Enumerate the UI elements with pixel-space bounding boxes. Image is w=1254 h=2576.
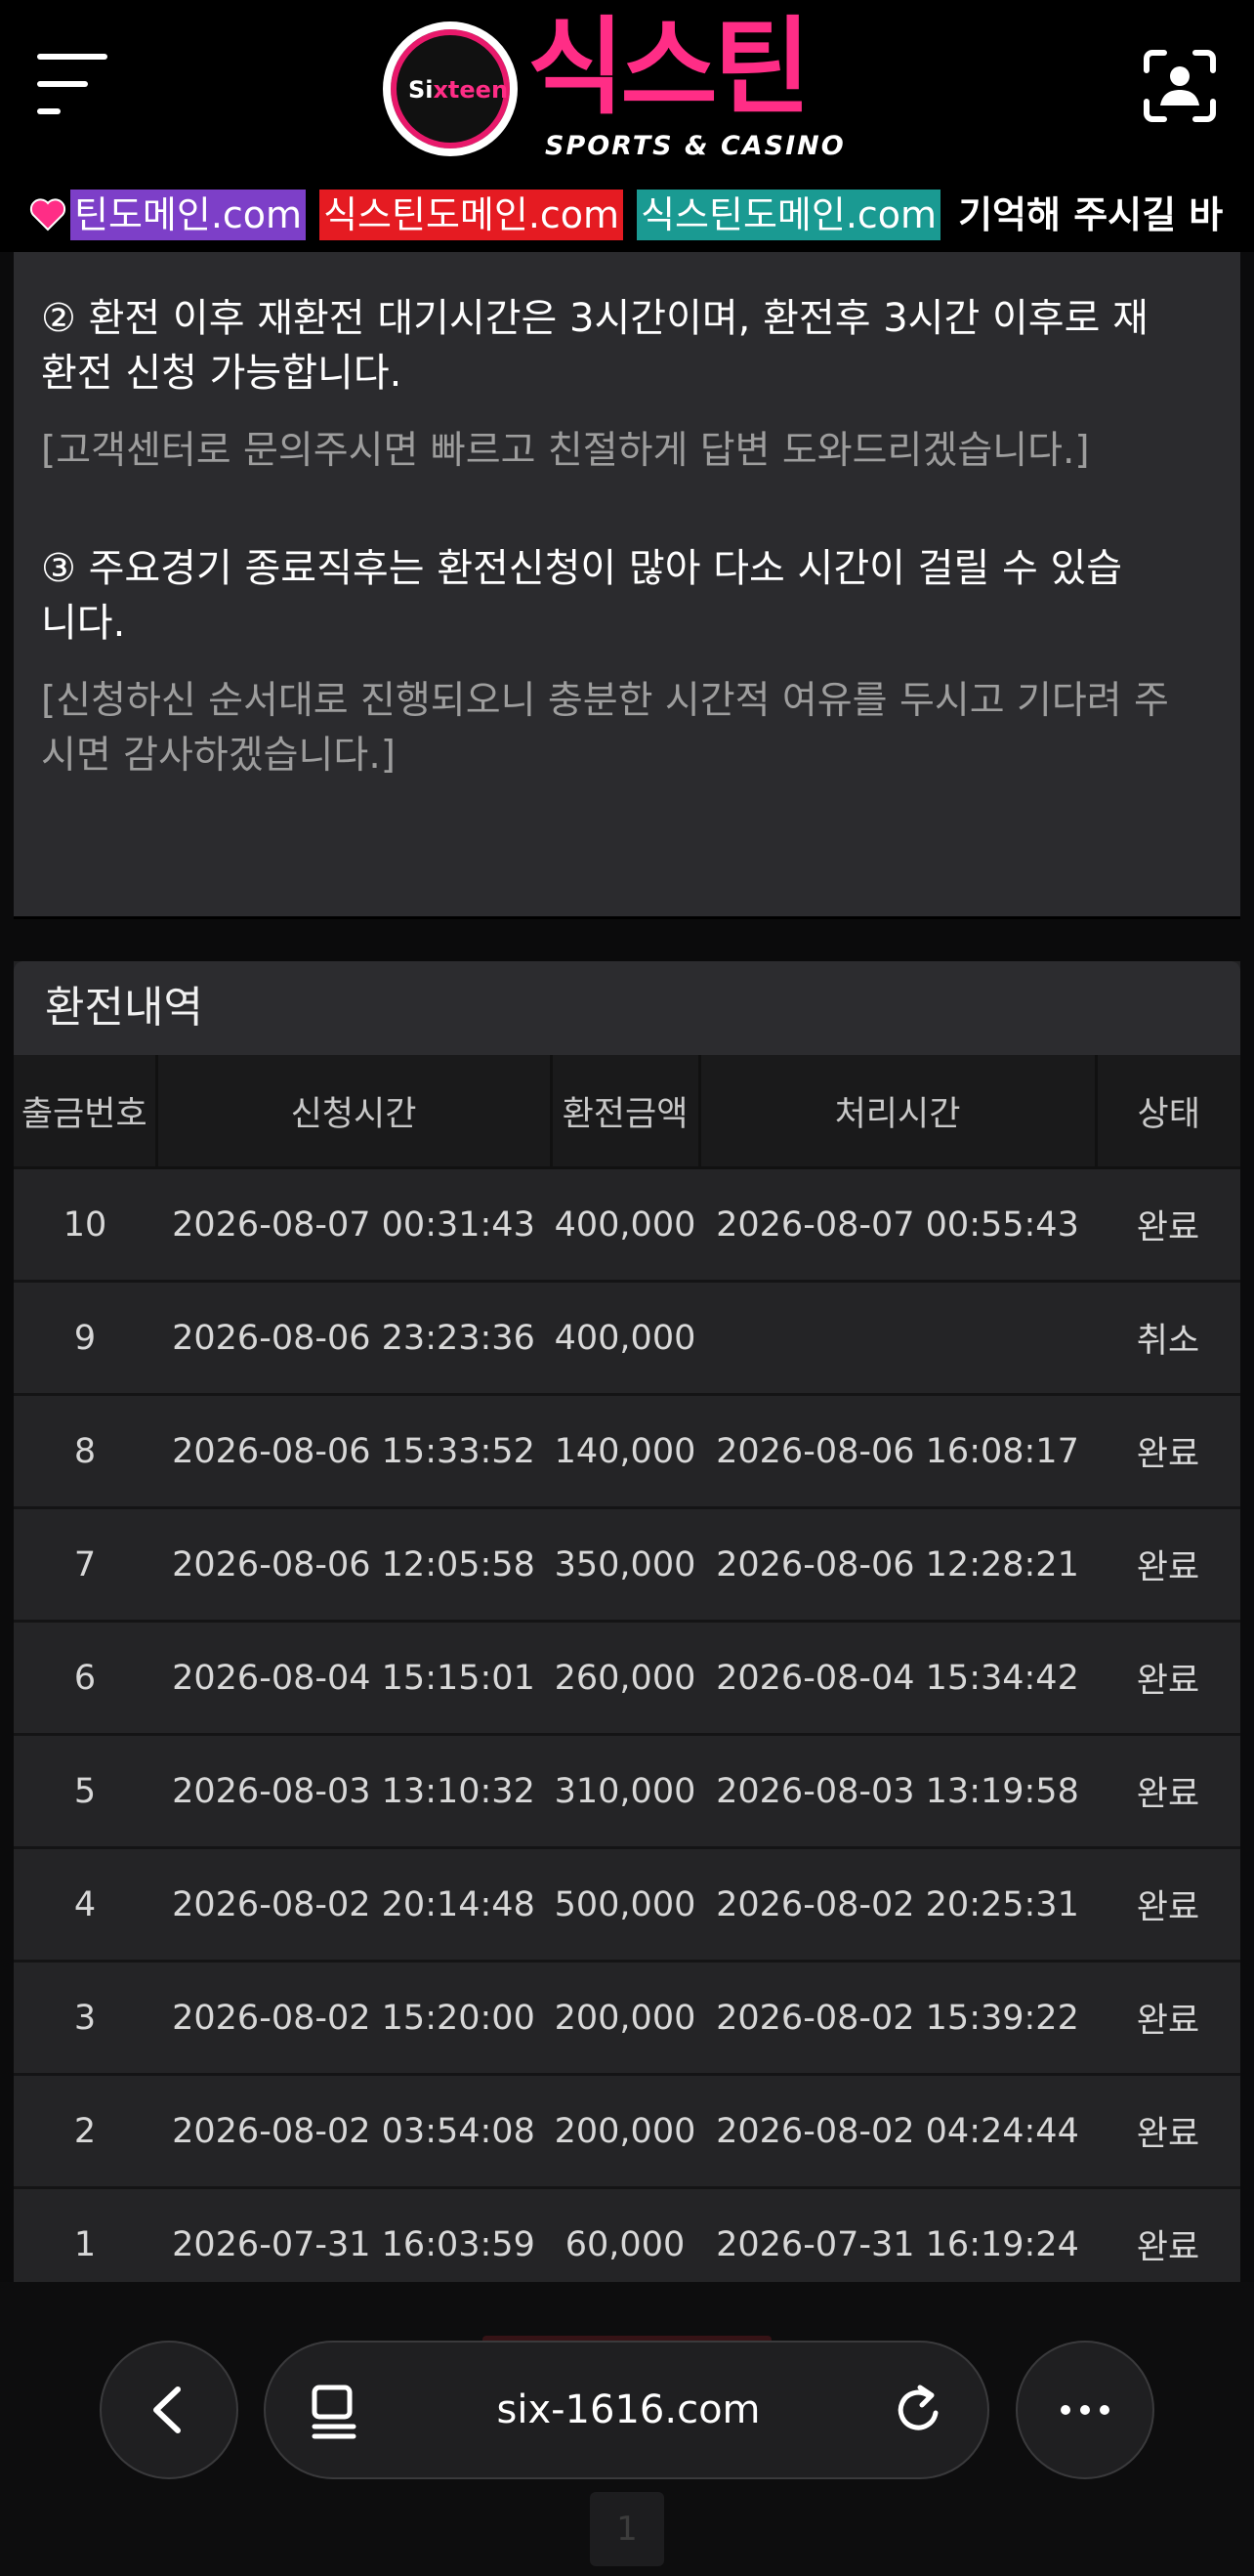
person-scan-icon[interactable] [1143,49,1217,123]
back-button[interactable] [100,2341,238,2479]
exchange-history-title: 환전내역 [14,961,1240,1055]
notice-item-3-title: ③ 주요경기 종료직후는 환전신청이 많아 다소 시간이 걸릴 수 있습 니다. [41,546,1123,646]
cell-amount: 500,000 [551,1847,699,1963]
cell-amount: 140,000 [551,1394,699,1509]
cell-process-time: 2026-08-04 15:34:42 [699,1621,1096,1736]
site-logo[interactable]: Sixteen 식스틴 SPORTS & CASINO [383,16,871,163]
cell-amount: 200,000 [551,1961,699,2076]
cell-process-time: 2026-08-02 15:39:22 [699,1961,1096,2076]
cell-process-time: 2026-08-02 20:25:31 [699,1847,1096,1963]
browser-bottom-bar: 1 six-1616.com [0,2282,1254,2576]
table-row: 10 2026-08-07 00:31:43 400,000 2026-08-07 0… [14,1167,1240,1283]
cell-status: 완료 [1096,1621,1240,1736]
logo-badge-text: Sixteen [407,76,509,104]
table-row: 7 2026-08-06 12:05:58 350,000 2026-08-06 12… [14,1507,1240,1623]
marquee-domain-3[interactable]: 식스틴도메인.com [637,190,941,240]
cell-process-time: 2026-08-06 12:28:21 [699,1507,1096,1623]
cell-status: 완료 [1096,1961,1240,2076]
cell-request-time: 2026-08-03 13:10:32 [156,1734,551,1849]
cell-request-time: 2026-08-06 15:33:52 [156,1394,551,1509]
reload-icon[interactable] [891,2382,949,2440]
url-text[interactable]: six-1616.com [266,2343,991,2477]
heart-icon [29,198,66,232]
cell-status: 완료 [1096,1734,1240,1849]
chevron-left-icon [153,2386,181,2433]
exchange-notice-panel: ② 환전 이후 재환전 대기시간은 3시간이며, 환전후 3시간 이후로 재 환… [14,252,1240,919]
more-dots-icon [1061,2405,1109,2415]
cell-amount: 400,000 [551,1281,699,1396]
cell-status: 완료 [1096,1507,1240,1623]
table-row: 2 2026-08-02 03:54:08 200,000 2026-08-02 04… [14,2074,1240,2189]
cell-request-time: 2026-08-06 23:23:36 [156,1281,551,1396]
col-header-status: 상태 [1096,1055,1240,1169]
notice-item-2-title: ② 환전 이후 재환전 대기시간은 3시간이며, 환전후 3시간 이후로 재 환… [41,296,1149,396]
cell-withdraw-no: 7 [14,1507,156,1623]
col-header-request-time: 신청시간 [156,1055,553,1169]
exchange-history: 환전내역 출금번호 신청시간 환전금액 처리시간 상태 10 2026-08-07… [14,961,1240,2302]
cell-status: 완료 [1096,1847,1240,1963]
cell-withdraw-no: 4 [14,1847,156,1963]
logo-badge: Sixteen [383,21,518,156]
pagination-page[interactable]: 1 [590,2492,664,2566]
top-header: Sixteen 식스틴 SPORTS & CASINO [0,0,1254,176]
cell-request-time: 2026-08-02 15:20:00 [156,1961,551,2076]
cell-amount: 310,000 [551,1734,699,1849]
notice-item-2-sub: [고객센터로 문의주시면 빠르고 친절하게 답변 도와드리겠습니다.] [41,429,1090,473]
cell-process-time: 2026-08-03 13:19:58 [699,1734,1096,1849]
cell-amount: 400,000 [551,1167,699,1283]
col-header-withdraw-no: 출금번호 [14,1055,158,1169]
logo-english-text: SPORTS & CASINO [545,131,846,161]
cell-request-time: 2026-08-02 03:54:08 [156,2074,551,2189]
cell-withdraw-no: 3 [14,1961,156,2076]
cell-amount: 260,000 [551,1621,699,1736]
cell-status: 완료 [1096,1167,1240,1283]
cell-process-time [699,1281,1096,1396]
marquee-domain-2[interactable]: 식스틴도메인.com [319,190,624,240]
cell-status: 완료 [1096,1394,1240,1509]
cell-withdraw-no: 2 [14,2074,156,2189]
col-header-amount: 환전금액 [551,1055,701,1169]
notice-marquee: 틴도메인.com 식스틴도메인.com 식스틴도메인.com 기억해 주시길 바 [0,176,1254,252]
table-row: 8 2026-08-06 15:33:52 140,000 2026-08-06 16… [14,1394,1240,1509]
cell-status: 취소 [1096,1281,1240,1396]
cell-withdraw-no: 8 [14,1394,156,1509]
cell-amount: 200,000 [551,2074,699,2189]
cell-request-time: 2026-08-02 20:14:48 [156,1847,551,1963]
table-row: 5 2026-08-03 13:10:32 310,000 2026-08-03 13… [14,1734,1240,1849]
cell-process-time: 2026-08-02 04:24:44 [699,2074,1096,2189]
exchange-history-table: 출금번호 신청시간 환전금액 처리시간 상태 10 2026-08-07 00:3… [14,1055,1240,2302]
table-header-row: 출금번호 신청시간 환전금액 처리시간 상태 [14,1055,1240,1169]
table-row: 4 2026-08-02 20:14:48 500,000 2026-08-02 20… [14,1847,1240,1963]
cell-amount: 350,000 [551,1507,699,1623]
table-row: 3 2026-08-02 15:20:00 200,000 2026-08-02 15… [14,1961,1240,2076]
address-bar[interactable]: six-1616.com [264,2341,989,2479]
cell-request-time: 2026-08-07 00:31:43 [156,1167,551,1283]
notice-item-3-sub: [신청하신 순서대로 진행되오니 충분한 시간적 여유를 두시고 기다려 주 시… [41,679,1169,778]
table-row: 6 2026-08-04 15:15:01 260,000 2026-08-04 15… [14,1621,1240,1736]
col-header-process-time: 처리시간 [699,1055,1098,1169]
marquee-message: 기억해 주시길 바 [958,193,1224,236]
cell-withdraw-no: 6 [14,1621,156,1736]
cell-request-time: 2026-08-04 15:15:01 [156,1621,551,1736]
cell-withdraw-no: 10 [14,1167,156,1283]
marquee-domain-1[interactable]: 틴도메인.com [70,190,307,240]
cell-process-time: 2026-08-06 16:08:17 [699,1394,1096,1509]
table-row: 9 2026-08-06 23:23:36 400,000 취소 [14,1281,1240,1396]
cell-process-time: 2026-08-07 00:55:43 [699,1167,1096,1283]
cell-status: 완료 [1096,2074,1240,2189]
cell-request-time: 2026-08-06 12:05:58 [156,1507,551,1623]
cell-withdraw-no: 9 [14,1281,156,1396]
cell-withdraw-no: 5 [14,1734,156,1849]
hamburger-menu-icon[interactable] [37,54,111,116]
logo-korean-text: 식스틴 [527,7,811,129]
more-button[interactable] [1016,2341,1154,2479]
